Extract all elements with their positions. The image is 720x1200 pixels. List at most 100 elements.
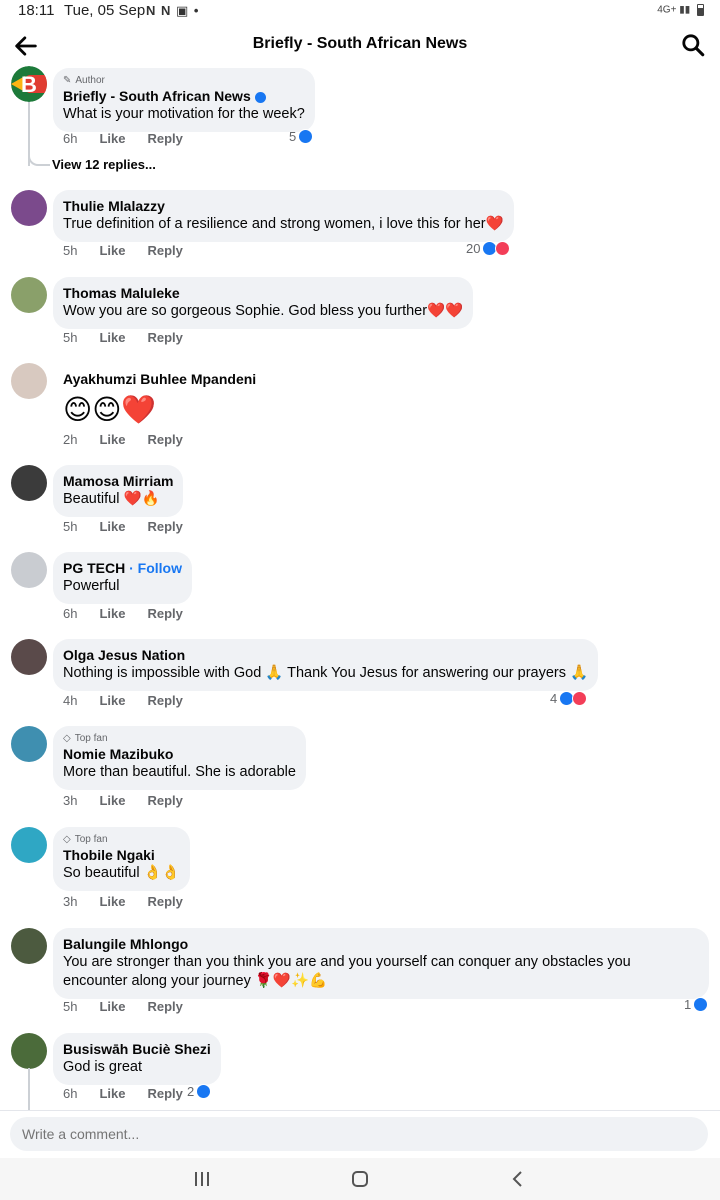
avatar[interactable] [11, 190, 47, 226]
comment-bubble[interactable]: Thomas Maluleke Wow you are so gorgeous … [53, 277, 474, 329]
like-button[interactable]: Like [99, 606, 125, 621]
commenter-name[interactable]: Busiswāh Buciè Shezi [63, 1040, 211, 1058]
avatar[interactable] [11, 277, 47, 313]
recent-apps-icon[interactable] [190, 1168, 214, 1190]
avatar[interactable] [11, 465, 47, 501]
commenter-name[interactable]: Thulie Mlalazzy [63, 197, 504, 215]
reply-button[interactable]: Reply [147, 693, 182, 708]
commenter-name[interactable]: Thobile Ngaki [63, 846, 180, 864]
like-button[interactable]: Like [99, 793, 125, 808]
system-nav-bar [0, 1158, 720, 1200]
network-label: 4G+ [657, 4, 677, 16]
back-icon[interactable] [506, 1168, 530, 1190]
comment-time: 5h [63, 330, 78, 345]
comment-bubble[interactable]: Olga Jesus Nation Nothing is impossible … [53, 639, 599, 691]
comment-bubble[interactable]: ◇ Top fan Nomie Mazibuko More than beauti… [53, 726, 306, 790]
avatar-briefly[interactable]: B [11, 66, 47, 102]
verified-badge-icon [254, 91, 266, 103]
comment-time: 5h [63, 243, 78, 258]
avatar[interactable] [11, 639, 47, 675]
avatar[interactable] [11, 726, 47, 762]
comment-actions: 3h Like Reply [63, 894, 183, 909]
comment-time: 2h [63, 432, 78, 447]
avatar[interactable] [11, 1033, 47, 1069]
comment-time: 6h [63, 606, 78, 621]
comment-time: 4h [63, 693, 78, 708]
comment-input[interactable] [10, 1117, 708, 1151]
comment-actions: 5h Like Reply [63, 330, 183, 345]
comment-actions: 5h Like Reply [63, 999, 183, 1014]
commenter-name[interactable]: Briefly - South African News [63, 87, 305, 105]
reaction-count[interactable]: 20 [466, 241, 511, 256]
home-icon[interactable] [348, 1168, 372, 1190]
commenter-name[interactable]: Balungile Mhlongo [63, 935, 699, 953]
comment-bubble[interactable]: ◇ Top fan Thobile Ngaki So beautiful 👌👌 [53, 827, 190, 891]
page-title: Briefly - South African News [252, 35, 468, 52]
comment-text: 😊😊❤️ [63, 394, 157, 425]
reply-button[interactable]: Reply [147, 894, 182, 909]
comment-text: Powerful [63, 578, 120, 594]
comment-time: 3h [63, 894, 78, 909]
reply-button[interactable]: Reply [147, 1086, 182, 1101]
avatar[interactable] [11, 827, 47, 863]
view-replies-link[interactable]: View 12 replies... [52, 157, 156, 172]
like-button[interactable]: Like [99, 243, 125, 258]
reply-button[interactable]: Reply [147, 243, 182, 258]
like-button[interactable]: Like [99, 330, 125, 345]
comment-text: So beautiful 👌👌 [63, 865, 180, 881]
status-right: 4G+ ▮▮ [657, 4, 704, 16]
reply-button[interactable]: Reply [147, 432, 182, 447]
avatar[interactable] [11, 363, 47, 399]
follow-link[interactable]: · Follow [129, 560, 182, 576]
like-button[interactable]: Like [99, 432, 125, 447]
comment-text: More than beautiful. She is adorable [63, 764, 296, 780]
like-button[interactable]: Like [99, 693, 125, 708]
comment-content[interactable]: Ayakhumzi Buhlee Mpandeni 😊😊❤️ [63, 370, 256, 428]
reaction-count[interactable]: 4 [550, 691, 588, 706]
like-button[interactable]: Like [99, 1086, 125, 1101]
comment-text: Beautiful ❤️🔥 [63, 491, 160, 507]
reply-button[interactable]: Reply [147, 999, 182, 1014]
reaction-count[interactable]: 5 [289, 129, 314, 144]
comment-bubble[interactable]: Thulie Mlalazzy True definition of a res… [53, 190, 514, 242]
commenter-name[interactable]: Mamosa Mirriam [63, 472, 173, 490]
like-button[interactable]: Like [99, 999, 125, 1014]
like-button[interactable]: Like [99, 519, 125, 534]
reply-button[interactable]: Reply [147, 330, 182, 345]
like-reaction-icon [196, 1084, 212, 1099]
reply-button[interactable]: Reply [147, 793, 182, 808]
reply-button[interactable]: Reply [147, 606, 182, 621]
comment-bubble[interactable]: PG TECH · Follow Powerful [53, 552, 193, 604]
comment-text: What is your motivation for the week? [63, 106, 305, 122]
comment-bubble[interactable]: Busiswāh Buciè Shezi God is great [53, 1033, 221, 1085]
top-fan-badge: ◇ Top fan [63, 834, 108, 845]
status-date: Tue, 05 Sep [64, 2, 146, 19]
commenter-name[interactable]: Ayakhumzi Buhlee Mpandeni [63, 370, 256, 388]
comment-actions: 2h Like Reply [63, 432, 183, 447]
search-icon[interactable] [680, 32, 706, 58]
comment-text: Nothing is impossible with God 🙏 Thank Y… [63, 665, 589, 681]
svg-text:B: B [21, 72, 37, 97]
reaction-count[interactable]: 2 [187, 1084, 212, 1099]
comment-actions: 3h Like Reply [63, 793, 183, 808]
commenter-name[interactable]: Nomie Mazibuko [63, 745, 296, 763]
commenter-name[interactable]: Olga Jesus Nation [63, 646, 588, 664]
comment-bubble[interactable]: Balungile Mhlongo You are stronger than … [53, 928, 709, 999]
reaction-count[interactable]: 1 [684, 997, 709, 1012]
reply-button[interactable]: Reply [147, 519, 182, 534]
commenter-name[interactable]: Thomas Maluleke [63, 284, 463, 302]
reply-button[interactable]: Reply [147, 131, 182, 146]
like-button[interactable]: Like [99, 131, 125, 146]
diamond-icon: ◇ [63, 834, 71, 845]
commenter-name[interactable]: PG TECH · Follow [63, 559, 182, 577]
avatar[interactable] [11, 928, 47, 964]
comment-bubble[interactable]: ✎ Author Briefly - South African News Wha… [53, 68, 315, 132]
author-badge: ✎ Author [63, 75, 105, 86]
thread-line [28, 1068, 30, 1112]
comment-actions: 5h Like Reply [63, 243, 183, 258]
comment-bubble[interactable]: Mamosa Mirriam Beautiful ❤️🔥 [53, 465, 184, 517]
avatar[interactable] [11, 552, 47, 588]
comment-text: You are stronger than you think you are … [63, 954, 631, 989]
like-button[interactable]: Like [99, 894, 125, 909]
status-time: 18:11 [18, 2, 55, 19]
